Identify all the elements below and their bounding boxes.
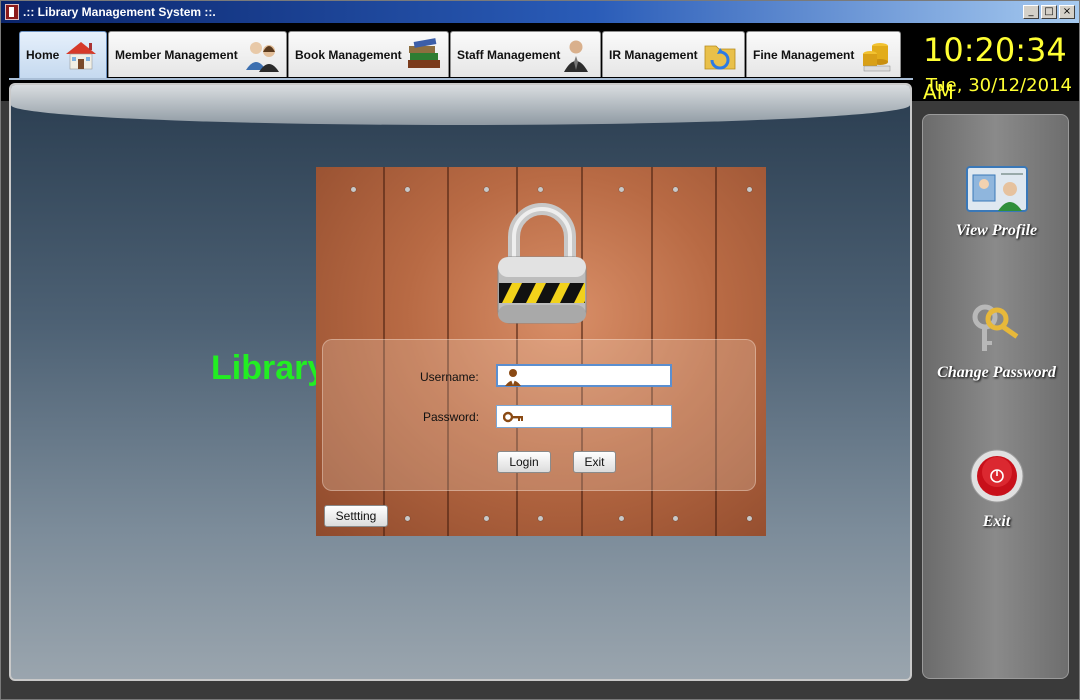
rivet <box>747 187 752 192</box>
close-button[interactable]: × <box>1059 5 1075 19</box>
rivet <box>405 187 410 192</box>
rivet <box>673 516 678 521</box>
change-password-label: Change Password <box>937 364 1056 381</box>
exit-label: Exit <box>982 513 1011 530</box>
window-title: .:: Library Management System ::. <box>23 5 216 19</box>
tab-fine-management-label: Fine Management <box>753 47 855 62</box>
rivet <box>619 187 624 192</box>
side-menu: View Profile Change Password Exit <box>922 114 1069 679</box>
maximize-button[interactable]: □ <box>1041 5 1057 19</box>
username-label: Username: <box>420 370 479 384</box>
folder-refresh-icon <box>704 45 736 70</box>
minimize-button[interactable]: _ <box>1023 5 1039 19</box>
tab-member-management-label: Member Management <box>115 47 238 62</box>
user-icon <box>505 369 521 386</box>
login-panel: Username: Password: Login Exit Settting <box>316 167 766 536</box>
tab-fine-management[interactable]: Fine Management <box>746 31 901 77</box>
padlock-icon <box>497 203 587 324</box>
tab-home-label: Home <box>26 48 60 62</box>
coins-icon <box>863 43 891 72</box>
app-icon <box>5 4 19 20</box>
house-icon <box>66 42 96 70</box>
view-profile-item[interactable]: View Profile <box>923 165 1070 240</box>
setting-button[interactable]: Settting <box>324 505 388 527</box>
tab-ir-management-label: IR Management <box>609 47 698 62</box>
panel-gloss <box>11 85 910 125</box>
library-title: Library <box>211 349 327 387</box>
keys-icon <box>972 304 1018 351</box>
profile-card-icon <box>965 166 1028 212</box>
tab-book-management-label: Book Management <box>295 47 402 62</box>
exit-dialog-button[interactable]: Exit <box>573 451 616 473</box>
staff-person-icon <box>564 40 588 72</box>
username-field[interactable] <box>496 364 672 387</box>
title-bar[interactable]: .:: Library Management System ::. _ □ × <box>1 1 1079 23</box>
rivet <box>405 516 410 521</box>
change-password-item[interactable]: Change Password <box>923 303 1070 382</box>
password-field[interactable] <box>496 405 672 428</box>
tab-staff-management-label: Staff Management <box>457 47 561 62</box>
rivet <box>619 516 624 521</box>
tab-member-management[interactable]: Member Management <box>108 31 287 77</box>
rivet <box>538 516 543 521</box>
tab-ir-management[interactable]: IR Management <box>602 31 745 77</box>
app-window: .:: Library Management System ::. _ □ × … <box>0 0 1080 700</box>
window-controls: _ □ × <box>1023 5 1075 19</box>
key-icon <box>503 411 523 423</box>
tab-staff-management[interactable]: Staff Management <box>450 31 601 77</box>
rivet <box>538 187 543 192</box>
tab-book-management[interactable]: Book Management <box>288 31 449 77</box>
exit-item[interactable]: Exit <box>923 448 1070 531</box>
clock-time-value: 10:20:34 <box>923 31 1067 69</box>
books-icon <box>408 38 440 68</box>
rivet <box>351 187 356 192</box>
power-button-icon <box>970 449 1023 503</box>
people-icon <box>246 42 279 72</box>
rivet <box>484 516 489 521</box>
rivet <box>484 187 489 192</box>
rivet <box>747 516 752 521</box>
view-profile-label: View Profile <box>955 222 1038 239</box>
main-tabs: Home Member Management Book Management S… <box>19 31 902 79</box>
tab-home[interactable]: Home <box>19 31 107 78</box>
login-button[interactable]: Login <box>497 451 551 473</box>
rivet <box>673 187 678 192</box>
password-label: Password: <box>423 410 480 424</box>
tab-underline <box>9 78 913 80</box>
clock-date: Tue, 30/12/2014 <box>926 75 1072 96</box>
